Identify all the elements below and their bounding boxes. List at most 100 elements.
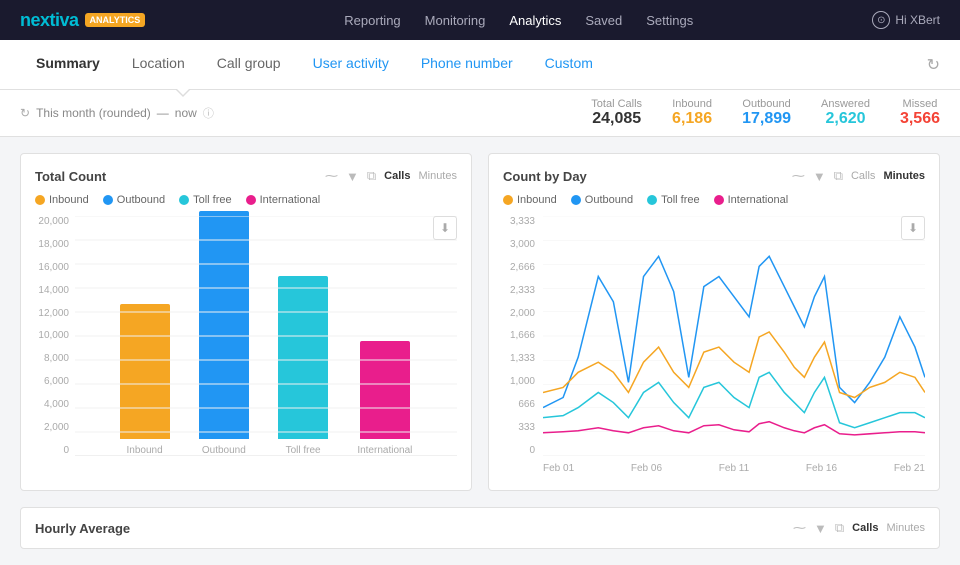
bar-y-0: 0 [63, 445, 73, 456]
bar-chart-area: 20,000 18,000 16,000 14,000 12,000 10,00… [35, 216, 457, 476]
line-chart-area: 3,333 3,000 2,666 2,333 2,000 1,666 1,33… [503, 216, 925, 476]
bar-y-14000: 14,000 [38, 285, 73, 296]
period-separator: — [157, 106, 169, 120]
line-tollfree [543, 372, 925, 427]
outbound-stat: Outbound 17,899 [742, 98, 791, 128]
ly-3000: 3,000 [510, 239, 539, 250]
outbound-label: Outbound [742, 98, 791, 110]
total-calls-value: 24,085 [591, 110, 642, 128]
nav-settings[interactable]: Settings [646, 13, 693, 28]
ly-0: 0 [529, 445, 539, 456]
info-icon: ⓘ [203, 105, 214, 121]
nav-saved[interactable]: Saved [585, 13, 622, 28]
logo-area: nextiva ANALYTICS [20, 10, 145, 31]
bar-chart-expand-icon[interactable]: ⧉ [367, 168, 376, 184]
bar-y-4000: 4,000 [44, 399, 73, 410]
legend-inbound: Inbound [35, 194, 89, 206]
legend-outbound-label: Outbound [117, 194, 165, 206]
bar-y-18000: 18,000 [38, 239, 73, 250]
logo-text: nextiva [20, 10, 79, 31]
tab-location[interactable]: Location [116, 40, 201, 90]
inbound-label: Inbound [672, 98, 712, 110]
hourly-controls: ⁓ ▼ ⧉ Calls Minutes [793, 520, 925, 536]
line-legend-tollfree-label: Toll free [661, 194, 700, 206]
x-feb16: Feb 16 [806, 463, 837, 474]
line-chart-graph-icon[interactable]: ⁓ [792, 168, 805, 184]
hourly-minutes-toggle[interactable]: Minutes [886, 522, 925, 534]
bar-chart-download[interactable]: ⬇ [433, 216, 457, 240]
line-chart-controls: ⁓ ▼ ⧉ Calls Minutes [792, 168, 925, 184]
line-legend-outbound-dot [571, 195, 581, 205]
ly-1666: 1,666 [510, 330, 539, 341]
tab-user-activity[interactable]: User activity [297, 40, 405, 90]
legend-inbound-label: Inbound [49, 194, 89, 206]
line-chart-legend: Inbound Outbound Toll free International [503, 194, 925, 206]
nav-analytics[interactable]: Analytics [509, 13, 561, 28]
bar-chart-filter-icon[interactable]: ▼ [346, 169, 359, 184]
bar-chart-graph-icon[interactable]: ⁓ [325, 168, 338, 184]
missed-stat: Missed 3,566 [900, 98, 940, 128]
ly-333: 333 [518, 422, 539, 433]
ly-1333: 1,333 [510, 353, 539, 364]
tab-custom[interactable]: Custom [529, 40, 609, 90]
user-area[interactable]: ⊙ Hi XBert [872, 11, 940, 29]
answered-stat: Answered 2,620 [821, 98, 870, 128]
line-chart-filter-icon[interactable]: ▼ [813, 169, 826, 184]
bar-chart-controls: ⁓ ▼ ⧉ Calls Minutes [325, 168, 457, 184]
line-chart-header: Count by Day ⁓ ▼ ⧉ Calls Minutes [503, 168, 925, 184]
stats-values: Total Calls 24,085 Inbound 6,186 Outboun… [591, 98, 940, 128]
legend-international-label: International [260, 194, 321, 206]
legend-inbound-dot [35, 195, 45, 205]
tab-phone-number[interactable]: Phone number [405, 40, 529, 90]
charts-row: Total Count ⁓ ▼ ⧉ Calls Minutes Inbound … [20, 153, 940, 491]
x-feb01: Feb 01 [543, 463, 574, 474]
legend-international-dot [246, 195, 256, 205]
ly-666: 666 [518, 399, 539, 410]
line-chart-minutes-toggle[interactable]: Minutes [883, 170, 925, 182]
line-legend-inbound-label: Inbound [517, 194, 557, 206]
legend-international: International [246, 194, 321, 206]
nav-monitoring[interactable]: Monitoring [425, 13, 486, 28]
bar-y-labels: 20,000 18,000 16,000 14,000 12,000 10,00… [35, 216, 73, 456]
line-legend-international: International [714, 194, 789, 206]
x-feb06: Feb 06 [631, 463, 662, 474]
bar-chart-calls-toggle[interactable]: Calls [384, 170, 410, 182]
line-chart-expand-icon[interactable]: ⧉ [834, 168, 843, 184]
hourly-filter-icon[interactable]: ▼ [814, 521, 827, 536]
hourly-graph-icon[interactable]: ⁓ [793, 520, 806, 536]
line-legend-tollfree-dot [647, 195, 657, 205]
line-chart-calls-toggle[interactable]: Calls [851, 170, 875, 182]
ly-2666: 2,666 [510, 262, 539, 273]
line-legend-outbound-label: Outbound [585, 194, 633, 206]
hourly-expand-icon[interactable]: ⧉ [835, 520, 844, 536]
tab-call-group[interactable]: Call group [201, 40, 297, 90]
ly-2333: 2,333 [510, 285, 539, 296]
analytics-badge: ANALYTICS [85, 13, 146, 27]
tab-refresh-button[interactable]: ↻ [927, 55, 940, 75]
bar-chart-minutes-toggle[interactable]: Minutes [418, 170, 457, 182]
hourly-average-title: Hourly Average [35, 521, 793, 536]
legend-tollfree-dot [179, 195, 189, 205]
missed-value: 3,566 [900, 110, 940, 128]
line-inbound [543, 332, 925, 398]
tab-bar: Summary Location Call group User activit… [0, 40, 960, 90]
bar-y-8000: 8,000 [44, 353, 73, 364]
bar-y-10000: 10,000 [38, 330, 73, 341]
line-legend-outbound: Outbound [571, 194, 633, 206]
tab-summary[interactable]: Summary [20, 40, 116, 90]
hourly-calls-toggle[interactable]: Calls [852, 522, 878, 534]
nav-links: Reporting Monitoring Analytics Saved Set… [195, 13, 842, 28]
line-legend-inbound: Inbound [503, 194, 557, 206]
inbound-value: 6,186 [672, 110, 712, 128]
bar-y-16000: 16,000 [38, 262, 73, 273]
period-label: This month (rounded) [36, 106, 151, 120]
nav-reporting[interactable]: Reporting [344, 13, 400, 28]
line-y-labels: 3,333 3,000 2,666 2,333 2,000 1,666 1,33… [503, 216, 539, 456]
ly-1000: 1,000 [510, 376, 539, 387]
main-content: Total Count ⁓ ▼ ⧉ Calls Minutes Inbound … [0, 137, 960, 565]
bar-y-12000: 12,000 [38, 308, 73, 319]
bar-y-20000: 20,000 [38, 216, 73, 227]
user-icon: ⊙ [872, 11, 890, 29]
line-chart-download[interactable]: ⬇ [901, 216, 925, 240]
total-calls-label: Total Calls [591, 98, 642, 110]
